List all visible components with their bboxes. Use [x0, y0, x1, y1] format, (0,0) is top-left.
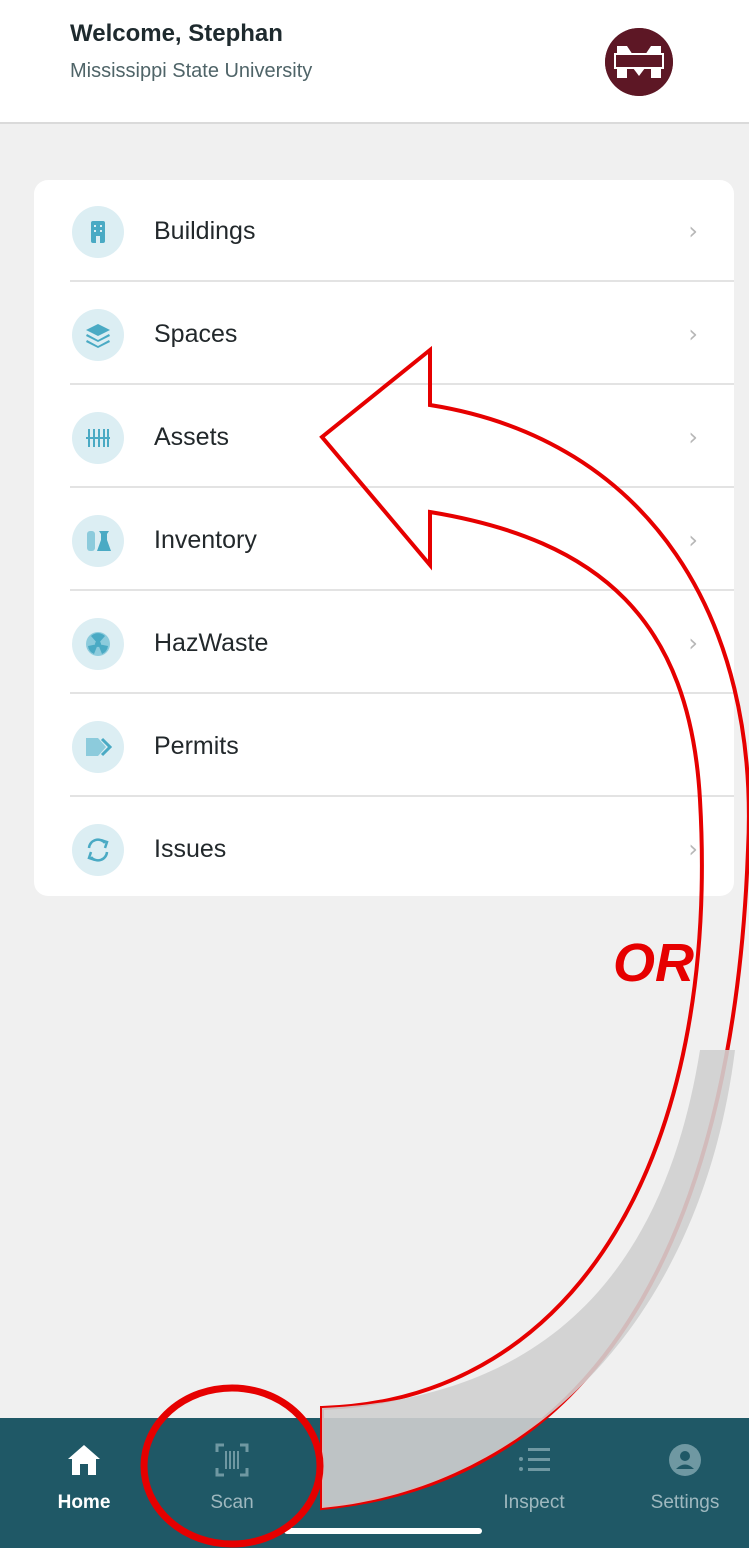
- chevron-right-icon: ›: [688, 320, 698, 348]
- app-header: Welcome, Stephan Mississippi State Unive…: [0, 0, 749, 124]
- chevron-right-icon: ›: [688, 423, 698, 451]
- barcode-asset-icon: [72, 412, 124, 464]
- menu-item-label: Inventory: [154, 526, 257, 554]
- chevron-right-icon: ›: [688, 526, 698, 554]
- nav-label-home: Home: [57, 1492, 111, 1513]
- divider: [70, 383, 734, 385]
- divider: [70, 589, 734, 591]
- home-icon: [68, 1445, 100, 1475]
- nav-label-inspect: Inspect: [503, 1492, 565, 1513]
- menu-item-buildings[interactable]: Buildings ›: [34, 180, 734, 282]
- home-indicator: [284, 1528, 482, 1534]
- nav-home[interactable]: Home: [24, 1432, 144, 1522]
- building-icon: [72, 206, 124, 258]
- main-menu-card: Buildings › Spaces › Assets › Inventory …: [34, 180, 734, 896]
- chevron-right-icon: ›: [688, 217, 698, 245]
- menu-item-label: Permits: [154, 732, 239, 760]
- divider: [70, 486, 734, 488]
- welcome-title: Welcome, Stephan: [70, 20, 283, 47]
- nav-scan[interactable]: Scan: [172, 1432, 292, 1522]
- chevron-right-icon: ›: [688, 835, 698, 863]
- layers-icon: [72, 309, 124, 361]
- nav-settings[interactable]: Settings: [625, 1432, 745, 1522]
- menu-item-label: Assets: [154, 423, 230, 451]
- divider: [70, 795, 734, 797]
- nav-label-scan: Scan: [210, 1492, 254, 1513]
- menu-item-label: Buildings: [154, 217, 256, 245]
- menu-item-hazwaste[interactable]: HazWaste ›: [34, 592, 734, 694]
- organization-name: Mississippi State University: [70, 60, 313, 82]
- msu-logo: [605, 28, 673, 96]
- checklist-icon: [519, 1448, 550, 1471]
- university-logo-avatar[interactable]: [605, 28, 673, 96]
- nav-inspect[interactable]: Inspect: [474, 1432, 594, 1522]
- nav-label-settings: Settings: [650, 1492, 720, 1513]
- user-icon: [669, 1444, 701, 1476]
- menu-item-assets[interactable]: Assets ›: [34, 386, 734, 488]
- menu-item-label: Issues: [154, 835, 227, 863]
- menu-item-inventory[interactable]: Inventory ›: [34, 489, 734, 591]
- or-annotation-label: OR: [613, 933, 694, 993]
- radiation-icon: [72, 618, 124, 670]
- scan-icon: [215, 1443, 249, 1477]
- refresh-icon: [72, 824, 124, 876]
- menu-item-spaces[interactable]: Spaces ›: [34, 283, 734, 385]
- divider: [70, 280, 734, 282]
- chevron-right-icon: ›: [688, 629, 698, 657]
- menu-item-issues[interactable]: Issues ›: [34, 798, 734, 900]
- menu-item-label: HazWaste: [154, 629, 269, 657]
- divider: [70, 692, 734, 694]
- menu-item-permits[interactable]: Permits: [34, 695, 734, 797]
- flask-icon: [72, 515, 124, 567]
- tag-icon: [72, 721, 124, 773]
- menu-item-label: Spaces: [154, 320, 238, 348]
